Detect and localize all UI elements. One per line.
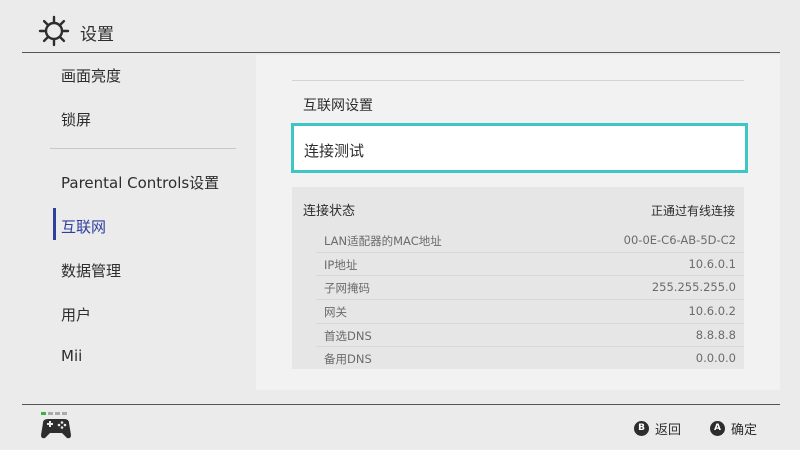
- connection-test-button[interactable]: 连接测试: [291, 123, 748, 173]
- sidebar-item-parental-controls[interactable]: Parental Controls设置: [61, 172, 219, 193]
- header-divider: [22, 52, 780, 53]
- info-value: 00-0E-C6-AB-5D-C2: [623, 233, 736, 247]
- info-value: 10.6.0.1: [688, 256, 736, 271]
- connection-status-panel: 连接状态 正通过有线连接 LAN适配器的MAC地址 00-0E-C6-AB-5D…: [292, 187, 744, 369]
- ok-button[interactable]: A 确定: [710, 418, 757, 438]
- info-key: 子网掩码: [324, 281, 370, 296]
- sidebar-item-internet[interactable]: 互联网: [61, 216, 106, 237]
- info-row-primary-dns: 首选DNS 8.8.8.8: [292, 324, 744, 348]
- sidebar-item-lock-screen[interactable]: 锁屏: [61, 109, 91, 130]
- connection-test-label: 连接测试: [304, 142, 365, 160]
- sidebar-item-users[interactable]: 用户: [61, 304, 91, 325]
- page-title: 设置: [80, 25, 114, 45]
- info-key: 备用DNS: [324, 352, 372, 367]
- content-divider: [292, 80, 744, 81]
- controller-icon: [41, 412, 71, 439]
- info-row-secondary-dns: 备用DNS 0.0.0.0: [292, 347, 744, 371]
- section-title: 互联网设置: [303, 98, 373, 114]
- header: 设置: [0, 0, 800, 55]
- sidebar-item-brightness[interactable]: 画面亮度: [61, 65, 121, 86]
- sidebar-selected-indicator: [53, 208, 56, 240]
- back-button[interactable]: B 返回: [634, 418, 681, 438]
- info-key: LAN适配器的MAC地址: [324, 234, 442, 248]
- settings-screen: 设置 画面亮度 锁屏 Parental Controls设置 互联网 数据管理 …: [0, 0, 800, 450]
- info-key: 首选DNS: [324, 328, 372, 343]
- info-row-subnet: 子网掩码 255.255.255.0: [292, 276, 744, 300]
- back-label: 返回: [655, 422, 682, 438]
- info-row-mac: LAN适配器的MAC地址 00-0E-C6-AB-5D-C2: [292, 229, 744, 253]
- sidebar: 画面亮度 锁屏 Parental Controls设置 互联网 数据管理 用户 …: [0, 55, 256, 390]
- network-info-list: LAN适配器的MAC地址 00-0E-C6-AB-5D-C2 IP地址 10.6…: [292, 229, 744, 371]
- content-panel: 互联网设置 连接测试 连接状态 正通过有线连接 LAN适配器的MAC地址 00-…: [256, 55, 780, 390]
- info-value: 8.8.8.8: [695, 327, 736, 342]
- info-value: 255.255.255.0: [651, 280, 736, 295]
- ok-label: 确定: [731, 422, 758, 438]
- a-button-icon: A: [710, 420, 725, 436]
- info-key: 网关: [324, 305, 347, 320]
- sidebar-divider: [50, 148, 236, 149]
- info-key: IP地址: [324, 257, 358, 272]
- connection-status-label: 连接状态: [303, 204, 356, 219]
- info-value: 10.6.0.2: [688, 304, 736, 319]
- b-button-icon: B: [634, 420, 649, 436]
- connection-status-value: 正通过有线连接: [650, 204, 735, 218]
- info-row-gateway: 网关 10.6.0.2: [292, 300, 744, 324]
- info-value: 0.0.0.0: [695, 351, 736, 366]
- gear-icon: [38, 15, 70, 47]
- sidebar-item-mii[interactable]: Mii: [61, 347, 82, 365]
- info-row-ip: IP地址 10.6.0.1: [292, 253, 744, 277]
- footer-divider: [22, 404, 780, 405]
- sidebar-item-data-management[interactable]: 数据管理: [61, 260, 121, 281]
